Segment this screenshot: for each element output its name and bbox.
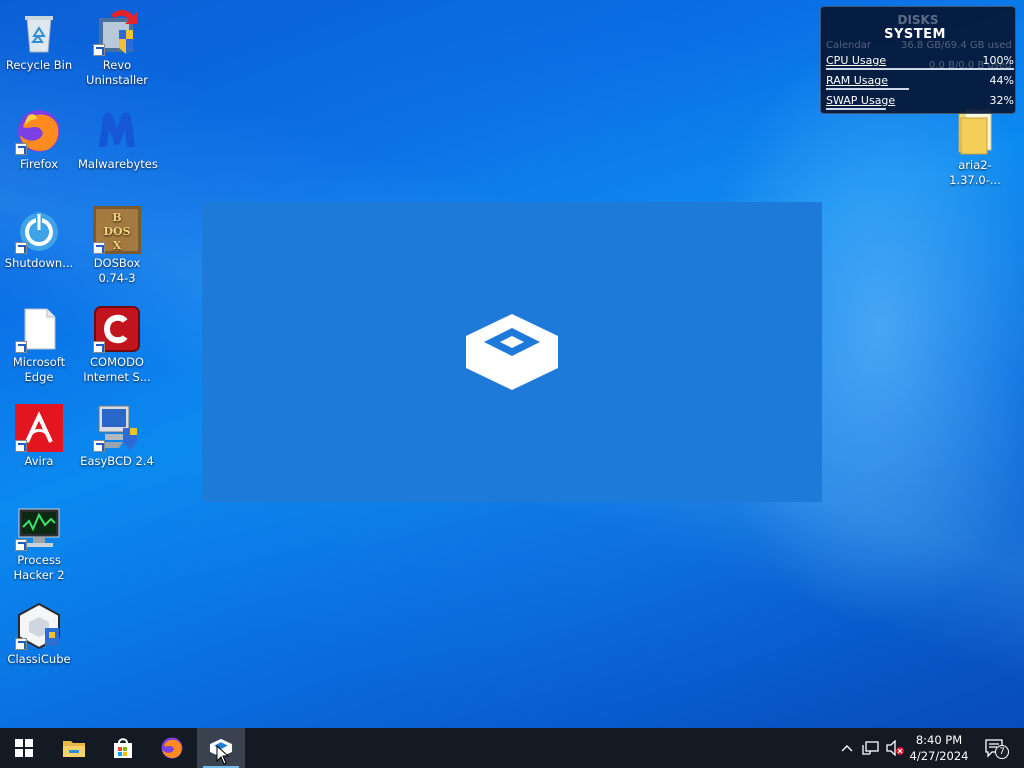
avira-icon	[15, 404, 63, 452]
taskbar-firefox-button[interactable]	[148, 728, 196, 768]
desktop-icon-label: ClassiCube	[7, 652, 71, 666]
desktop-icon-label: aria2-1.37.0-...	[949, 158, 1001, 187]
desktop-icon-classicube[interactable]: ClassiCube	[0, 602, 78, 667]
desktop-icon-easybcd[interactable]: EasyBCD 2.4	[78, 404, 156, 469]
sandbox-logo-icon	[466, 314, 558, 390]
chevron-up-icon	[841, 745, 853, 752]
cpu-usage-label[interactable]: CPU Usage	[826, 54, 886, 67]
shortcut-arrow-icon	[93, 341, 105, 353]
desktop-icon-label: DOSBox 0.74-3	[93, 256, 141, 285]
shutdown-icon	[15, 206, 63, 254]
desktop-icon-label: Recycle Bin	[5, 58, 73, 72]
desktop-icon-label: Firefox	[19, 157, 59, 171]
microsoft-store-icon	[114, 738, 132, 758]
folder-icon	[951, 108, 999, 156]
shortcut-arrow-icon	[93, 242, 105, 254]
recycle-bin-icon	[15, 8, 63, 56]
ram-usage-bar	[826, 88, 909, 90]
svg-text:DOS: DOS	[103, 225, 130, 238]
start-icon	[15, 739, 33, 757]
classicube-icon	[15, 602, 63, 650]
malwarebytes-icon	[93, 107, 141, 155]
cpu-usage-value: 100%	[982, 54, 1014, 67]
shortcut-arrow-icon	[15, 638, 27, 650]
clock-date: 4/27/2024	[909, 749, 969, 763]
revo-uninstaller-icon	[93, 8, 141, 56]
desktop-icon-comodo[interactable]: COMODO Internet S...	[78, 305, 156, 385]
desktop-icon-label: COMODO Internet S...	[83, 355, 151, 384]
shortcut-arrow-icon	[93, 440, 105, 452]
shortcut-arrow-icon	[15, 539, 27, 551]
desktop-icon-label: Shutdown...	[4, 256, 74, 270]
desktop-icon-revo-uninstaller[interactable]: Revo Uninstaller	[78, 8, 156, 88]
shortcut-arrow-icon	[15, 242, 27, 254]
desktop-icon-label: EasyBCD 2.4	[80, 454, 154, 468]
ram-usage-row[interactable]: RAM Usage 44%	[826, 74, 1014, 90]
desktop-icon-dosbox[interactable]: B DOS X DOSBox 0.74-3	[78, 206, 156, 286]
firefox-icon	[161, 737, 183, 759]
desktop-icon-recycle-bin[interactable]: Recycle Bin	[0, 8, 78, 73]
swap-usage-value: 32%	[989, 94, 1014, 107]
system-monitor-widget[interactable]: DISKS Calendar 36.8 GB/69.4 GB used 0.0 …	[820, 6, 1016, 114]
desktop-icon-process-hacker[interactable]: Process Hacker 2	[0, 503, 78, 583]
cpu-usage-row[interactable]: CPU Usage 100%	[826, 54, 1014, 70]
network-icon	[862, 741, 879, 755]
app-splash-window	[202, 202, 822, 502]
clock-time: 8:40 PM	[915, 733, 963, 747]
taskbar: 8:40 PM 4/27/2024 7	[0, 728, 1024, 768]
ram-usage-label[interactable]: RAM Usage	[826, 74, 888, 87]
shortcut-arrow-icon	[15, 143, 27, 155]
shortcut-arrow-icon	[93, 44, 105, 56]
dosbox-icon: B DOS X	[93, 206, 141, 254]
desktop-icon-aria2-folder[interactable]: aria2-1.37.0-...	[936, 108, 1014, 188]
desktop-icon-malwarebytes[interactable]: Malwarebytes	[78, 107, 158, 172]
shortcut-arrow-icon	[15, 440, 27, 452]
notification-count-badge: 7	[995, 745, 1009, 759]
cpu-usage-bar	[826, 68, 1014, 70]
comodo-icon	[93, 305, 141, 353]
network-status-button[interactable]	[860, 728, 882, 768]
swap-usage-bar	[826, 108, 887, 110]
easybcd-icon	[93, 404, 141, 452]
desktop-icon-avira[interactable]: Avira	[0, 404, 78, 469]
system-widget-title: SYSTEM	[884, 27, 946, 42]
svg-text:X: X	[113, 239, 122, 252]
desktop-icon-label: Revo Uninstaller	[86, 58, 148, 87]
taskbar-file-explorer-button[interactable]	[50, 728, 98, 768]
desktop-icon-label: Malwarebytes	[78, 157, 158, 171]
firefox-icon	[15, 107, 63, 155]
desktop-icon-label: Avira	[24, 454, 54, 468]
desktop-icon-firefox[interactable]: Firefox	[0, 107, 78, 172]
desktop-icon-shutdown[interactable]: Shutdown...	[0, 206, 78, 271]
swap-usage-label[interactable]: SWAP Usage	[826, 94, 895, 107]
file-explorer-icon	[63, 741, 85, 757]
blank-document-icon	[15, 305, 63, 353]
taskbar-sandbox-app-button[interactable]	[197, 728, 245, 768]
taskbar-store-button[interactable]	[99, 728, 147, 768]
disks-widget-title: DISKS	[897, 13, 939, 27]
process-hacker-icon	[15, 503, 63, 551]
shortcut-arrow-icon	[15, 341, 27, 353]
swap-usage-row[interactable]: SWAP Usage 32%	[826, 94, 1014, 110]
show-hidden-icons-button[interactable]	[838, 728, 856, 768]
ram-usage-value: 44%	[989, 74, 1014, 87]
desktop-icon-label: Microsoft Edge	[12, 355, 66, 384]
mouse-cursor-icon	[216, 745, 230, 765]
taskbar-clock[interactable]: 8:40 PM 4/27/2024	[902, 732, 976, 764]
desktop-icon-microsoft-edge[interactable]: Microsoft Edge	[0, 305, 78, 385]
desktop-icon-label: Process Hacker 2	[13, 553, 65, 582]
action-center-button[interactable]: 7	[978, 728, 1012, 768]
start-button[interactable]	[0, 728, 48, 768]
svg-text:B: B	[112, 211, 121, 224]
